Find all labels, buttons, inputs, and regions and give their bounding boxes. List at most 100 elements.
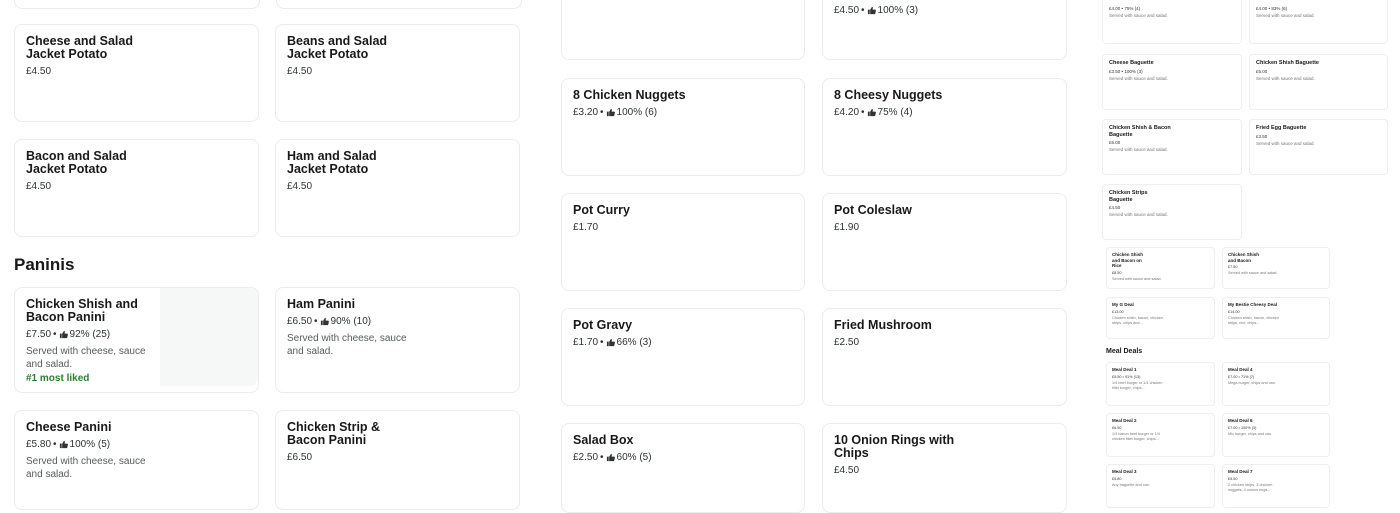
section-title-paninis: Paninis	[14, 255, 75, 274]
menu-item-card[interactable]: 8 Cheesy Nuggets £4.20 • 75% (4)	[822, 78, 1067, 176]
mini-item-description: Served with sauce and salad.	[1112, 276, 1162, 281]
item-name: 10 Onion Rings with Chips	[834, 433, 955, 460]
menu-item-card[interactable]: Ham and Salad Jacket Potato £4.50	[275, 139, 520, 237]
item-price: £1.70	[573, 337, 599, 348]
item-rating: 100% (5)	[69, 439, 111, 450]
menu-item-card[interactable]: Chicken Shish and Bacon Panini £7.50 • 9…	[14, 287, 259, 393]
mini-item-description: Served with sauce and salad.	[1109, 147, 1168, 152]
menu-item-card[interactable]: Bacon and Salad Jacket Potato £4.50	[14, 139, 259, 237]
mini-item-description: Served with sauce and salad.	[1228, 271, 1278, 275]
mini-menu-item-card[interactable]: Meal Deal 7 £5.50 2 chicken strips, 3 ch…	[1222, 464, 1330, 508]
mini-item-meta: £3.50	[1256, 133, 1268, 139]
item-rating: 60% (5)	[616, 452, 652, 463]
mini-item-meta: £7.00 • 71% (7)	[1228, 374, 1255, 379]
mini-item-meta: £6.50	[1112, 425, 1122, 430]
menu-item-card[interactable]: Ham Panini £6.50 • 90% (10) Served with …	[275, 287, 520, 393]
mini-item-description: Served with sauce and salad.	[1109, 13, 1168, 18]
item-name: Chicken Strip & Bacon Panini	[287, 420, 381, 447]
item-price: £6.50	[287, 316, 313, 327]
thumbs-up-icon	[606, 453, 615, 462]
menu-item-card[interactable]	[561, 0, 805, 60]
mini-item-description: Chicken shish, bacon, chicken strips, ch…	[1112, 315, 1164, 326]
item-price: £5.80	[26, 439, 52, 450]
mini-menu-item-card[interactable]: Chicken Strips Baguette £4.50 Served wit…	[1102, 184, 1242, 240]
mini-item-meta: £3.50 • 100% (3)	[1109, 68, 1143, 74]
menu-item-card[interactable]: Pot Gravy £1.70 • 66% (3)	[561, 308, 805, 406]
item-name: Cheese Panini	[26, 420, 112, 434]
item-price: £2.50	[573, 452, 599, 463]
mini-item-description: Served with sauce and salad.	[1109, 212, 1168, 217]
mini-item-meta: £13.00	[1112, 309, 1124, 314]
mini-item-meta: £6.00	[1109, 140, 1121, 145]
mini-item-meta: £8.50	[1112, 270, 1122, 275]
mini-item-description: Served with sauce and salad.	[1256, 13, 1315, 18]
item-description: Served with cheese, sauce and salad.	[287, 333, 407, 357]
mini-menu-item-card[interactable]: My G Deal £13.00 Chicken shish, bacon, c…	[1106, 297, 1215, 339]
mini-menu-item-card[interactable]: Chicken Shish and Bacon £7.50 Served wit…	[1222, 247, 1330, 289]
item-name: Beans and Salad Jacket Potato	[287, 34, 388, 61]
mini-item-name: My G Deal	[1112, 302, 1134, 307]
mini-item-name: Chicken Strips Baguette	[1109, 190, 1148, 203]
thumbs-up-icon	[606, 108, 615, 117]
item-name: Ham and Salad Jacket Potato	[287, 149, 377, 176]
mini-menu-item-card[interactable]: Chicken Shish & Bacon Baguette £6.00 Ser…	[1102, 119, 1242, 175]
mini-menu-item-card[interactable]: Cheese Baguette £3.50 • 100% (3) Served …	[1102, 54, 1242, 110]
item-rating: 66% (3)	[616, 337, 652, 348]
mini-item-description: 1/4 beef burger or 1/4 chicken fillet bu…	[1112, 380, 1163, 391]
mini-menu-item-card[interactable]: My Bestie Cheesy Deal £14.00 Chicken shi…	[1222, 297, 1330, 339]
item-rating: 100% (3)	[877, 5, 919, 16]
mini-item-name: Meal Deal 7	[1228, 469, 1253, 474]
menu-item-card[interactable]: Pot Curry £1.70	[561, 193, 805, 291]
mini-item-description: Chicken shish, bacon, chicken strips, ri…	[1228, 315, 1280, 326]
item-price: £7.50	[26, 329, 52, 340]
mini-menu-item-card[interactable]: Meal Deal 2 £6.50 1/4 bacon beef burger …	[1106, 413, 1215, 457]
mini-menu-item-card[interactable]: Fried Egg Baguette £3.50 Served with sau…	[1249, 119, 1388, 175]
item-name: Salad Box	[573, 433, 634, 447]
menu-item-card[interactable]: Pot Coleslaw £1.90	[822, 193, 1067, 291]
item-name: 8 Cheesy Nuggets	[834, 88, 943, 102]
mini-menu-item-card[interactable]: Chicken Shish Baguette £5.00 Served with…	[1249, 54, 1388, 110]
menu-item-card[interactable]: Cheese Panini £5.80 • 100% (5) Served wi…	[14, 410, 259, 510]
menu-item-card[interactable]: 8 Chicken Nuggets £3.20 • 100% (6)	[561, 78, 805, 176]
menu-item-card[interactable]: Chicken Strip & Bacon Panini £6.50	[275, 410, 520, 510]
mini-menu-item-card[interactable]: Meal Deal 3 £5.80 Any baguette and can.	[1106, 464, 1215, 508]
item-price: £4.50	[834, 465, 860, 476]
item-name: Chicken Shish and Bacon Panini	[26, 297, 138, 324]
item-price: £4.50	[26, 181, 52, 192]
menu-item-card[interactable]: Fried Mushroom £2.50	[822, 308, 1067, 406]
mini-menu-item-card[interactable]: Meal Deal 4 £7.00 • 71% (7) Mega burger,…	[1222, 362, 1330, 406]
mini-menu-item-card[interactable]: Meal Deal 6 £7.00 • 100% (3) Mix burger,…	[1222, 413, 1330, 457]
item-name: Ham Panini	[287, 297, 356, 311]
thumbs-up-icon	[320, 317, 329, 326]
item-rating: 100% (6)	[616, 107, 658, 118]
item-price: £2.50	[834, 337, 860, 348]
mini-item-meta: £4.00 • 75% (4)	[1109, 6, 1141, 11]
mini-menu-item-card[interactable]: Meal Deal 1 £5.50 • 91% (13) 1/4 beef bu…	[1106, 362, 1215, 406]
item-name: Bacon and Salad Jacket Potato	[26, 149, 127, 176]
item-price: £4.20	[834, 107, 860, 118]
mini-item-description: Any baguette and can.	[1112, 482, 1150, 487]
mini-item-name: Meal Deal 3	[1112, 469, 1137, 474]
item-price: £4.50	[834, 5, 860, 16]
mini-item-meta: £4.00 • 83% (6)	[1256, 6, 1288, 11]
mini-menu-item-card[interactable]: £4.00 • 75% (4) Served with sauce and sa…	[1102, 0, 1242, 44]
mini-menu-item-card[interactable]: £4.00 • 83% (6) Served with sauce and sa…	[1249, 0, 1388, 44]
item-description: Served with cheese, sauce and salad.	[26, 346, 146, 370]
item-name: 8 Chicken Nuggets	[573, 88, 686, 102]
item-description: Served with cheese, sauce and salad.	[26, 456, 146, 480]
mini-item-meta: £7.00 • 100% (3)	[1228, 425, 1257, 430]
mini-item-description: Served with sauce and salad.	[1256, 75, 1315, 81]
mini-item-meta: £5.00	[1256, 68, 1268, 74]
menu-item-card[interactable]: £4.50 • 100% (3)	[822, 0, 1067, 60]
thumbs-up-icon	[867, 108, 876, 117]
card-top-stub	[14, 0, 260, 9]
mini-item-name: Fried Egg Baguette	[1256, 125, 1307, 131]
mini-item-meta: £5.50	[1228, 476, 1238, 481]
mini-item-name: Meal Deal 6	[1228, 418, 1253, 423]
menu-item-card[interactable]: Beans and Salad Jacket Potato £4.50	[275, 24, 520, 122]
menu-item-card[interactable]: Cheese and Salad Jacket Potato £4.50	[14, 24, 259, 122]
mini-menu-item-card[interactable]: Chicken Shish and Bacon on Rice £8.50 Se…	[1106, 247, 1215, 289]
item-name: Pot Gravy	[573, 318, 633, 332]
mini-item-meta: £14.00	[1228, 309, 1240, 314]
thumbs-up-icon	[59, 330, 68, 339]
